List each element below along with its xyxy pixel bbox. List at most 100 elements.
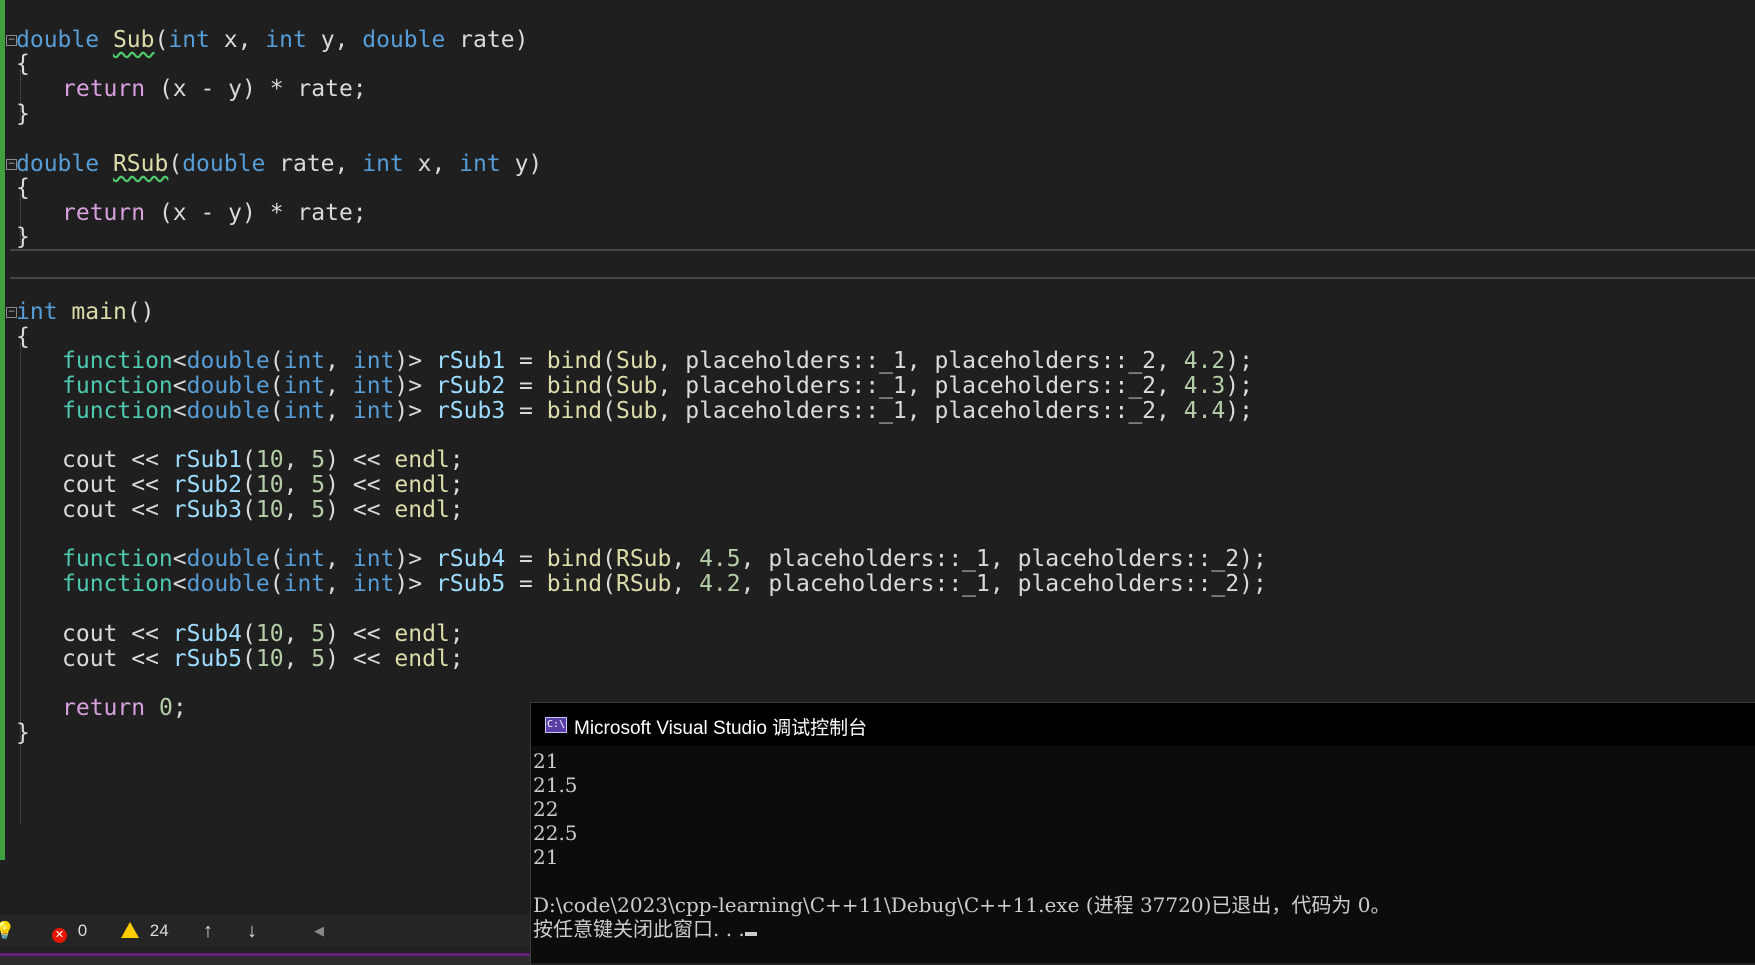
param: y, — [306, 27, 363, 53]
punct: )> — [394, 546, 436, 572]
code-line-return[interactable]: return (x - y) * rate; — [62, 75, 367, 103]
code-line-cout[interactable]: cout << rSub5(10, 5) << endl; — [62, 645, 464, 673]
number: 10 — [255, 497, 284, 523]
type: function — [62, 546, 173, 572]
brace: } — [16, 224, 30, 250]
indent-guide — [20, 343, 21, 823]
number: 5 — [311, 472, 326, 498]
code-line-main-signature[interactable]: int main() — [16, 298, 155, 326]
punct: ( — [242, 646, 256, 672]
keyword: int — [459, 151, 501, 177]
punct: ( — [602, 398, 616, 424]
code-line-brace[interactable]: { — [16, 50, 30, 78]
code-line-function-decl[interactable]: function<double(int, int)> rSub4 = bind(… — [62, 545, 1267, 573]
param: x, — [403, 151, 460, 177]
punct: , — [283, 447, 312, 473]
keyword: double — [186, 398, 270, 424]
punct: ; — [449, 646, 464, 672]
window-bottom-strip — [0, 953, 532, 965]
code-line-function-decl[interactable]: function<double(int, int)> rSub3 = bind(… — [62, 397, 1253, 425]
code-line-function-decl[interactable]: function<double(int, int)> rSub2 = bind(… — [62, 372, 1253, 400]
punct: ( — [242, 447, 256, 473]
function-ref: Sub — [615, 398, 658, 424]
console-app-icon: C:\ — [545, 717, 567, 733]
console-titlebar[interactable]: C:\ Microsoft Visual Studio 调试控制台 — [531, 703, 1755, 746]
variable: rSub3 — [435, 398, 506, 424]
expression: (x - y) * rate; — [145, 200, 367, 226]
code-line-return[interactable]: return 0; — [62, 694, 187, 722]
brace: { — [16, 324, 30, 350]
keyword: double — [362, 27, 446, 53]
warning-icon — [121, 922, 139, 938]
code-line-cout[interactable]: cout << rSub4(10, 5) << endl; — [62, 620, 464, 648]
variable: rSub2 — [435, 373, 506, 399]
punct: ) — [325, 472, 340, 498]
arrow-up-icon: ↑ — [203, 920, 213, 942]
brace: } — [16, 101, 30, 127]
code-line-return[interactable]: return (x - y) * rate; — [62, 199, 367, 227]
code-line-sub-signature[interactable]: double Sub(int x, int y, double rate) — [16, 26, 528, 54]
code-line-rsub-signature[interactable]: double RSub(double rate, int x, int y) — [16, 150, 542, 178]
punct: < — [172, 348, 187, 374]
error-icon: ✕ — [52, 928, 67, 943]
debug-console-window[interactable]: C:\ Microsoft Visual Studio 调试控制台 21 21.… — [530, 702, 1755, 963]
intellicode-icon[interactable]: 💡 — [0, 921, 15, 941]
keyword: int — [352, 571, 395, 597]
code-line-cout[interactable]: cout << rSub3(10, 5) << endl; — [62, 496, 464, 524]
punct: < — [172, 398, 187, 424]
punct: = — [505, 398, 547, 424]
keyword: int — [283, 571, 326, 597]
errors-indicator[interactable]: ✕ 0 — [52, 921, 87, 943]
function-ref: Sub — [615, 348, 658, 374]
function-call: bind — [546, 348, 603, 374]
punct: ); — [1225, 398, 1253, 424]
punct: ; — [449, 621, 464, 647]
scroll-left-icon: ◀ — [314, 923, 324, 938]
punct: = — [505, 348, 547, 374]
code-line-brace[interactable]: { — [16, 174, 30, 202]
keyword: int — [283, 546, 326, 572]
args: , placeholders::_1, placeholders::_2, — [657, 373, 1184, 399]
number: 10 — [255, 472, 284, 498]
punct: ( — [269, 398, 284, 424]
horizontal-scroll-left-button[interactable]: ◀ — [314, 921, 324, 941]
variable: rSub5 — [172, 646, 243, 672]
identifier: cout — [62, 497, 118, 523]
console-output-line: 21 — [533, 749, 559, 773]
function-name: main — [71, 299, 127, 325]
code-line-brace[interactable]: } — [16, 719, 30, 747]
next-issue-button[interactable]: ↓ — [247, 921, 257, 941]
number: 10 — [255, 646, 284, 672]
param: rate, — [265, 151, 363, 177]
keyword: double — [186, 348, 270, 374]
punct: ( — [602, 546, 616, 572]
code-line-brace[interactable]: } — [16, 223, 30, 251]
code-line-function-decl[interactable]: function<double(int, int)> rSub5 = bind(… — [62, 570, 1267, 598]
punct: , — [325, 398, 353, 424]
identifier: cout — [62, 447, 118, 473]
code-line-function-decl[interactable]: function<double(int, int)> rSub1 = bind(… — [62, 347, 1253, 375]
previous-issue-button[interactable]: ↑ — [203, 921, 213, 941]
change-indicator-bar — [0, 0, 5, 860]
operator: << — [117, 646, 173, 672]
number: 4.2 — [1183, 348, 1226, 374]
keyword: int — [352, 398, 395, 424]
code-line-cout[interactable]: cout << rSub1(10, 5) << endl; — [62, 446, 464, 474]
code-line-brace[interactable]: } — [16, 100, 30, 128]
operator: << — [339, 497, 395, 523]
identifier: cout — [62, 472, 118, 498]
punct: = — [505, 546, 547, 572]
keyword: int — [283, 348, 326, 374]
punct: < — [172, 373, 187, 399]
punct: ( — [168, 151, 183, 177]
number: 5 — [311, 497, 326, 523]
variable: rSub1 — [172, 447, 243, 473]
keyword: int — [16, 299, 58, 325]
code-line-cout[interactable]: cout << rSub2(10, 5) << endl; — [62, 471, 464, 499]
punct: ( — [269, 546, 284, 572]
warnings-indicator[interactable]: 24 — [121, 921, 169, 941]
operator: << — [339, 621, 395, 647]
type: function — [62, 398, 173, 424]
code-line-brace[interactable]: { — [16, 323, 30, 351]
type: function — [62, 571, 173, 597]
